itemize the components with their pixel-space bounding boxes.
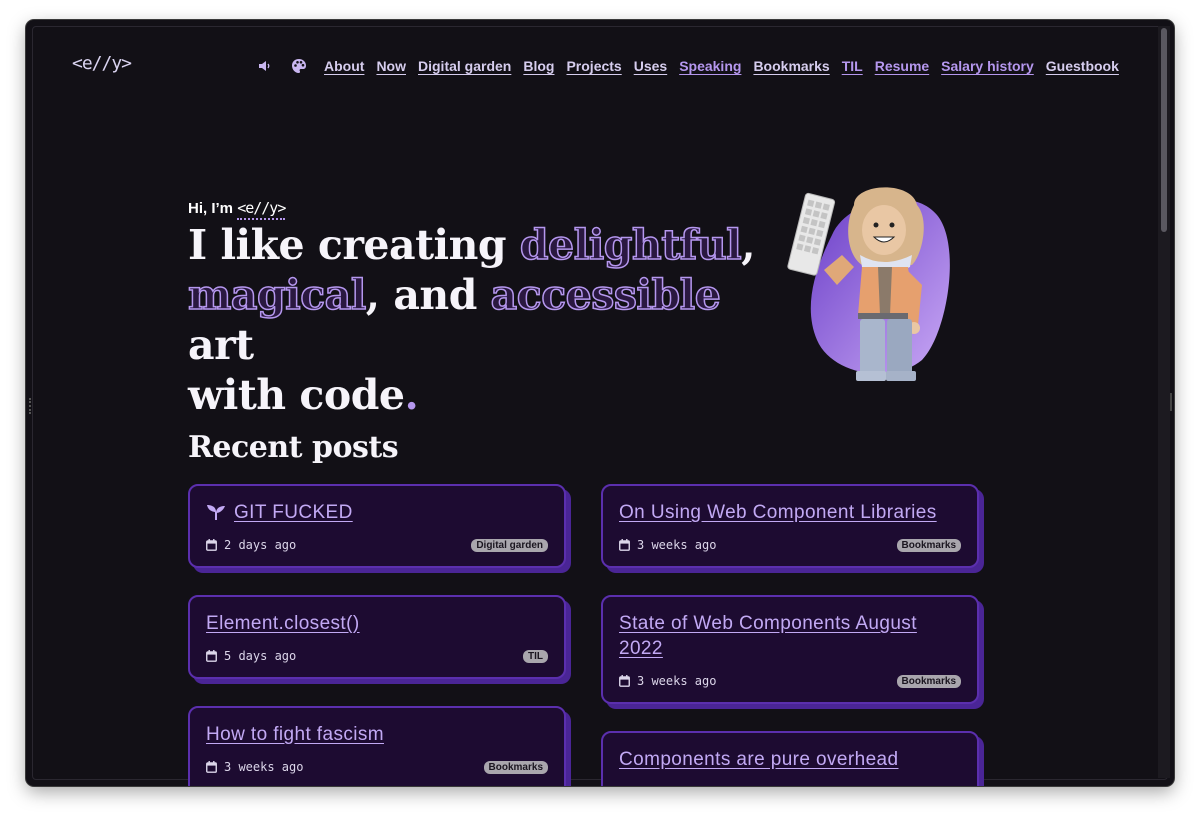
calendar-icon [206, 761, 217, 773]
hero-text: with code [188, 371, 405, 419]
nav-speaking[interactable]: Speaking [679, 58, 741, 74]
sprout-icon [206, 503, 226, 521]
site-logo[interactable]: <e//y> [72, 53, 132, 74]
browser-window: <e//y> About Now Digital garden Blog Pro… [26, 20, 1174, 786]
post-date: 5 days ago [206, 649, 296, 663]
hero-text: , and [365, 271, 491, 319]
calendar-icon [619, 675, 630, 687]
hero-text: art [188, 321, 254, 369]
post-title-link[interactable]: Element.closest() [206, 611, 360, 636]
post-category-badge: Bookmarks [896, 674, 961, 688]
post-category-badge: Digital garden [471, 538, 548, 552]
post-date: 3 weeks ago [619, 674, 716, 688]
post-date-text: 3 weeks ago [637, 674, 717, 688]
post-card[interactable]: Components are pure overhead [601, 731, 979, 786]
post-card[interactable]: State of Web Components August 2022 3 we… [601, 595, 979, 704]
scrollbar-thumb[interactable] [1161, 28, 1167, 232]
post-card[interactable]: How to fight fascism 3 weeks ago Bookmar… [188, 706, 566, 786]
hero-text: I like creating [188, 221, 520, 269]
post-title-link[interactable]: GIT FUCKED [234, 500, 353, 525]
post-date-text: 2 days ago [224, 538, 297, 552]
avatar-illustration [787, 187, 950, 381]
nav-resume[interactable]: Resume [875, 58, 929, 74]
nav-projects[interactable]: Projects [566, 58, 621, 74]
post-title-link[interactable]: On Using Web Component Libraries [619, 500, 937, 525]
post-date-text: 5 days ago [224, 649, 297, 663]
post-card[interactable]: GIT FUCKED 2 days ago Digital garden [188, 484, 566, 568]
post-date: 3 weeks ago [619, 538, 716, 552]
recent-posts-heading: Recent posts [188, 430, 399, 465]
calendar-icon [206, 650, 217, 662]
nav-uses[interactable]: Uses [634, 58, 667, 74]
palette-icon[interactable] [290, 57, 308, 75]
hero-text: , [741, 221, 755, 269]
resize-grip-left[interactable] [29, 398, 33, 414]
hero-word-accessible: accessible [490, 270, 722, 320]
nav-bookmarks[interactable]: Bookmarks [753, 58, 829, 74]
post-title-link[interactable]: State of Web Components August 2022 [619, 611, 939, 661]
post-card[interactable]: Element.closest() 5 days ago TIL [188, 595, 566, 679]
post-date: 2 days ago [206, 538, 296, 552]
hero-word-magical: magical [187, 270, 367, 320]
post-category-badge: Bookmarks [483, 760, 548, 774]
hero-intro: Hi, I’m <e//y> [188, 199, 286, 220]
post-title-link[interactable]: Components are pure overhead [619, 747, 898, 772]
nav-til[interactable]: TIL [842, 58, 863, 74]
nav-now[interactable]: Now [376, 58, 406, 74]
vertical-scrollbar[interactable] [1158, 26, 1170, 778]
post-card[interactable]: On Using Web Component Libraries 3 weeks… [601, 484, 979, 568]
hero-dot: . [404, 371, 419, 419]
nav-digital-garden[interactable]: Digital garden [418, 58, 511, 74]
post-date-text: 3 weeks ago [637, 538, 717, 552]
hero-intro-text: Hi, I’m [188, 200, 234, 217]
nav-salary-history[interactable]: Salary history [941, 58, 1034, 74]
post-title-link[interactable]: How to fight fascism [206, 722, 384, 747]
post-category-badge: Bookmarks [896, 538, 961, 552]
main-nav: About Now Digital garden Blog Projects U… [256, 56, 1119, 76]
nav-about[interactable]: About [324, 58, 364, 74]
hero-headline: I like creating delightful, magical, and … [187, 220, 768, 420]
post-date: 3 weeks ago [206, 760, 303, 774]
nav-blog[interactable]: Blog [523, 58, 554, 74]
speaker-icon[interactable] [256, 57, 274, 75]
nav-guestbook[interactable]: Guestbook [1046, 58, 1119, 74]
hero-word-delightful: delightful [519, 220, 742, 270]
calendar-icon [619, 539, 630, 551]
post-category-badge: TIL [523, 649, 548, 663]
post-date-text: 3 weeks ago [224, 760, 304, 774]
resize-grip-right[interactable] [1170, 393, 1172, 411]
hero-intro-logo[interactable]: <e//y> [237, 199, 286, 220]
calendar-icon [206, 539, 217, 551]
